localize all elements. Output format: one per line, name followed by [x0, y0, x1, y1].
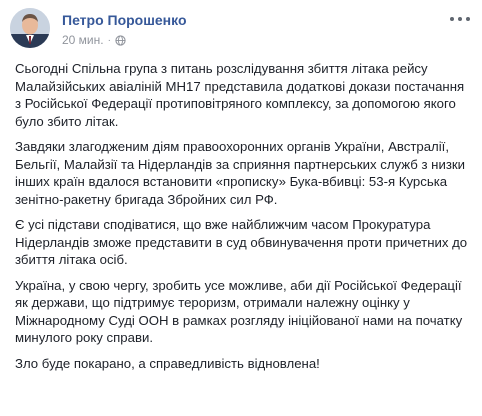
meta-separator: · [107, 34, 111, 46]
post-meta: 20 мин. · [62, 33, 126, 47]
post-card: Петро Порошенко 20 мин. · Сьогодні Спіль… [0, 0, 482, 416]
avatar[interactable] [10, 8, 50, 48]
more-options-icon[interactable] [450, 14, 470, 24]
post-body: Сьогодні Спільна група з питань розсліду… [15, 60, 473, 380]
post-paragraph: Завдяки злагодженим діям правоохоронних … [15, 139, 465, 207]
post-paragraph: Зло буде покарано, а справедливість відн… [15, 355, 320, 371]
post-paragraph: Україна, у свою чергу, зробить усе можли… [15, 277, 463, 346]
post-paragraph: Сьогодні Спільна група з питань розсліду… [15, 61, 465, 129]
post-paragraph: Є усі підстави сподіватися, що вже найбл… [15, 217, 468, 267]
post-timestamp[interactable]: 20 мин. [62, 33, 104, 47]
author-name-link[interactable]: Петро Порошенко [62, 12, 187, 28]
globe-icon[interactable] [115, 34, 126, 46]
